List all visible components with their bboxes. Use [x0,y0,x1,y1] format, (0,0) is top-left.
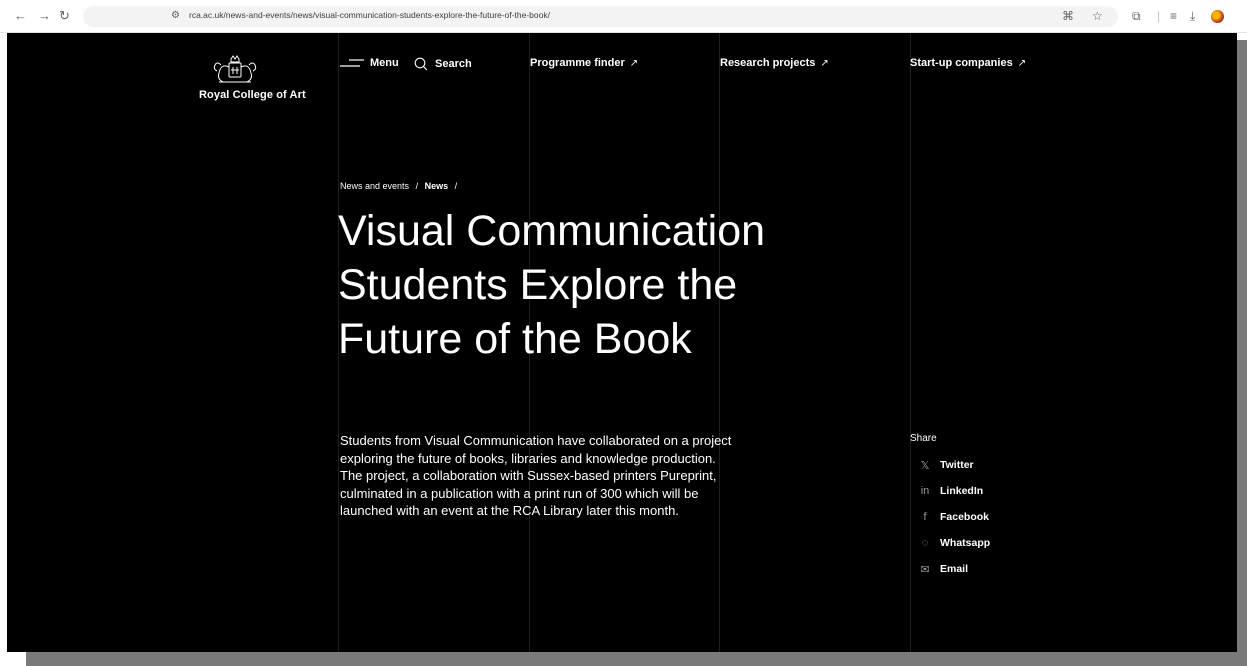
external-arrow-icon: ↗ [629,57,639,69]
facebook-icon: f [923,511,927,523]
share-email-label: Email [940,563,969,575]
window-shadow-bottom [26,652,1247,666]
address-bar[interactable]: ⚙ rca.ac.uk/news-and-events/news/visual-… [83,6,1118,27]
translate-icon[interactable]: ⌘ [1062,8,1074,24]
breadcrumb: News and events / News / [340,181,461,191]
search-icon [414,57,428,71]
toolbar-divider: | [1157,9,1161,23]
nav-programme-finder-label: Programme finder [530,57,625,69]
url-text[interactable]: rca.ac.uk/news-and-events/news/visual-co… [189,10,550,20]
logo-text: Royal College of Art [199,89,306,101]
site-logo[interactable]: Royal College of Art [197,55,307,101]
profile-icon[interactable] [1211,10,1224,23]
nav-startup-companies[interactable]: Start-up companies ↗ [910,57,1026,69]
browser-toolbar: ← → ↻ ⚙ rca.ac.uk/news-and-events/news/v… [0,0,1247,33]
share-facebook-label: Facebook [940,511,990,523]
breadcrumb-separator: / [454,181,458,191]
email-icon: ✉ [920,563,930,576]
breadcrumb-news-and-events[interactable]: News and events [340,181,409,191]
linkedin-icon: in [920,485,930,497]
nav-programme-finder[interactable]: Programme finder ↗ [530,57,638,69]
share-heading: Share [910,433,937,444]
page-content: Royal College of Art Menu Search Program… [7,33,1237,652]
bookmark-star-icon[interactable]: ☆ [1092,8,1103,24]
menu-label: Menu [370,57,399,69]
share-panel: Share 𝕏 Twitter in LinkedIn f Facebook ◌… [910,433,1110,582]
search-button[interactable]: Search [414,57,472,71]
share-twitter[interactable]: 𝕏 Twitter [910,452,1110,478]
nav-research-projects[interactable]: Research projects ↗ [720,57,829,69]
nav-research-projects-label: Research projects [720,57,816,69]
whatsapp-icon: ◌ [921,537,929,549]
search-label: Search [435,58,472,70]
menu-icon [340,59,364,67]
menu-button[interactable]: Menu [340,57,399,69]
article-intro: Students from Visual Communication have … [340,433,732,518]
back-icon[interactable]: ← [14,8,27,24]
share-twitter-label: Twitter [940,459,974,471]
nav-startup-companies-label: Start-up companies [910,57,1013,69]
share-whatsapp-label: Whatsapp [940,537,991,549]
page-title: Visual Communication Students Explore th… [338,207,766,363]
reading-list-icon[interactable]: ≡ [1170,8,1177,24]
external-arrow-icon: ↗ [820,57,829,69]
crest-icon [213,55,257,83]
x-twitter-icon: 𝕏 [920,459,930,472]
external-arrow-icon: ↗ [1017,57,1027,69]
share-linkedin[interactable]: in LinkedIn [910,478,1110,504]
reload-icon[interactable]: ↻ [59,8,70,24]
forward-icon[interactable]: → [38,8,51,24]
extensions-icon[interactable]: ⧉ [1132,8,1141,24]
site-info-icon[interactable]: ⚙ [171,10,180,21]
breadcrumb-news[interactable]: News [425,181,449,191]
download-icon[interactable]: ⤓ [1190,8,1195,24]
share-email[interactable]: ✉ Email [910,556,1110,582]
share-whatsapp[interactable]: ◌ Whatsapp [910,530,1110,556]
window-shadow-right [1237,40,1247,658]
share-facebook[interactable]: f Facebook [910,504,1110,530]
share-linkedin-label: LinkedIn [940,485,984,497]
breadcrumb-separator: / [415,181,419,191]
